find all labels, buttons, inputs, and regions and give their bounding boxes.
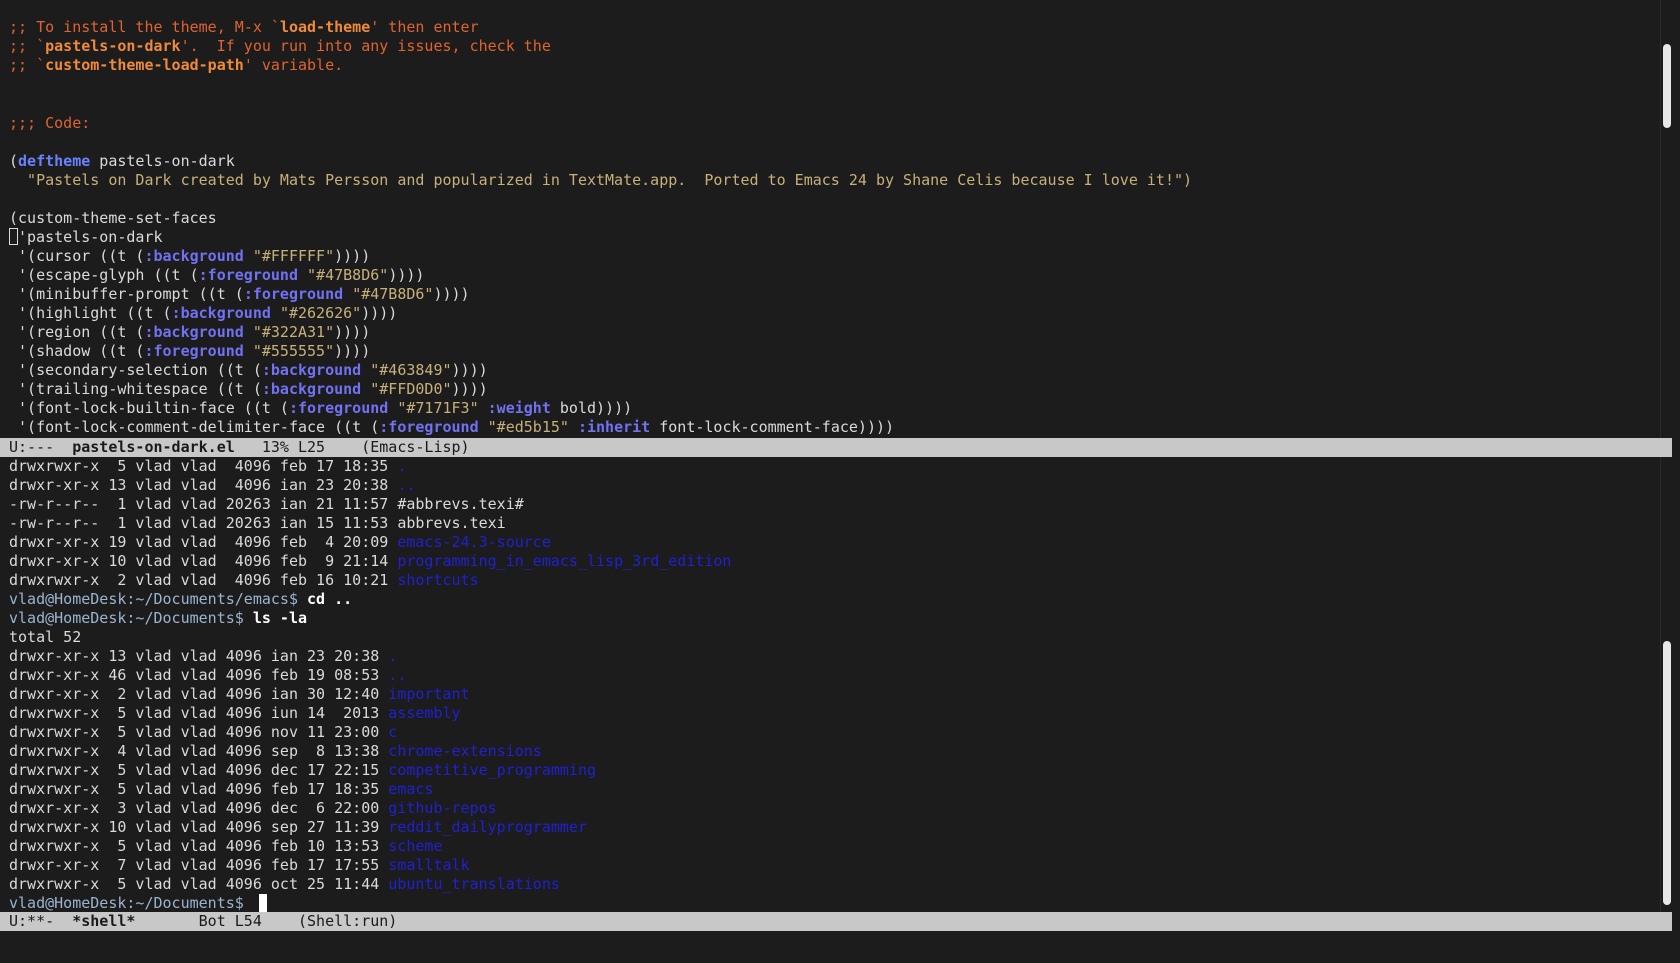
theme-docstring: "Pastels on Dark created by Mats Persson…	[9, 171, 1193, 189]
face-line: '(cursor ((t (:background "#FFFFFF"))))	[9, 247, 371, 265]
list-item: drwxrwxr-x 5 vlad vlad 4096 feb 10 13:53…	[9, 837, 443, 855]
list-item: drwxr-xr-x 3 vlad vlad 4096 dec 6 22:00 …	[9, 799, 497, 817]
list-item: drwxrwxr-x 5 vlad vlad 4096 feb 17 18:35…	[9, 780, 434, 798]
face-line: '(trailing-whitespace ((t (:background "…	[9, 380, 488, 398]
shell-input-line[interactable]: vlad@HomeDesk:~/Documents$	[9, 894, 267, 912]
list-item: drwxrwxr-x 5 vlad vlad 4096 oct 25 11:44…	[9, 875, 560, 893]
face-line: '(highlight ((t (:background "#262626"))…	[9, 304, 398, 322]
face-line: '(region ((t (:background "#322A31"))))	[9, 323, 371, 341]
list-item: drwxrwxr-x 4 vlad vlad 4096 sep 8 13:38 …	[9, 742, 542, 760]
buffer-name: pastels-on-dark.el	[72, 438, 235, 456]
list-item: drwxr-xr-x 7 vlad vlad 4096 feb 17 17:55…	[9, 856, 470, 874]
bottom-mode-line: U:**- *shell* Bot L54 (Shell:run)	[0, 912, 1672, 931]
comment-line: ;; To install the theme, M-x `load-theme…	[9, 18, 479, 36]
list-item: drwxr-xr-x 10 vlad vlad 4096 feb 9 21:14…	[9, 552, 732, 570]
comment-line: ;; `pastels-on-dark'. If you run into an…	[9, 37, 551, 55]
list-item: -rw-r--r-- 1 vlad vlad 20263 ian 21 11:5…	[9, 495, 524, 513]
face-line: '(shadow ((t (:foreground "#555555"))))	[9, 342, 371, 360]
deftheme-line: (deftheme pastels-on-dark	[9, 152, 235, 170]
list-item: drwxrwxr-x 10 vlad vlad 4096 sep 27 11:3…	[9, 818, 587, 836]
frame-gutter	[1672, 0, 1680, 963]
face-line: '(escape-glyph ((t (:foreground "#47B8D6…	[9, 266, 425, 284]
list-item: drwxrwxr-x 5 vlad vlad 4096 dec 17 22:15…	[9, 761, 597, 779]
text-cursor	[9, 228, 18, 245]
code-header-comment: ;;; Code:	[9, 114, 91, 132]
comment-line: ;; `custom-theme-load-path' variable.	[9, 56, 344, 74]
shell-prompt-line: vlad@HomeDesk:~/Documents$ ls -la	[9, 609, 308, 627]
list-item: drwxrwxr-x 5 vlad vlad 4096 feb 17 18:35…	[9, 457, 407, 475]
face-line: '(font-lock-comment-delimiter-face ((t (…	[9, 418, 895, 436]
top-scrollbar-thumb[interactable]	[1663, 44, 1671, 128]
bottom-scrollbar-thumb[interactable]	[1663, 641, 1671, 905]
list-item: drwxr-xr-x 13 vlad vlad 4096 ian 23 20:3…	[9, 647, 398, 665]
total-line: total 52	[9, 628, 82, 646]
list-item: -rw-r--r-- 1 vlad vlad 20263 ian 15 11:5…	[9, 514, 506, 532]
theme-symbol-line: 'pastels-on-dark	[9, 228, 163, 247]
list-item: drwxrwxr-x 2 vlad vlad 4096 feb 16 10:21…	[9, 571, 479, 589]
list-item: drwxrwxr-x 5 vlad vlad 4096 iun 14 2013 …	[9, 704, 461, 722]
theme-name: pastels-on-dark	[90, 152, 235, 170]
face-line: '(minibuffer-prompt ((t (:foreground "#4…	[9, 285, 470, 303]
list-item: drwxr-xr-x 19 vlad vlad 4096 feb 4 20:09…	[9, 533, 551, 551]
list-item: drwxr-xr-x 2 vlad vlad 4096 ian 30 12:40…	[9, 685, 470, 703]
emacs-frame: ;; To install the theme, M-x `load-theme…	[0, 0, 1680, 963]
face-line: '(secondary-selection ((t (:background "…	[9, 361, 488, 379]
top-mode-line: U:--- pastels-on-dark.el 13% L25 (Emacs-…	[0, 438, 1672, 457]
face-line: '(font-lock-builtin-face ((t (:foregroun…	[9, 399, 633, 417]
elisp-editor-window[interactable]: ;; To install the theme, M-x `load-theme…	[0, 0, 1660, 438]
list-item: drwxr-xr-x 46 vlad vlad 4096 feb 19 08:5…	[9, 666, 407, 684]
shell-prompt-line: vlad@HomeDesk:~/Documents/emacs$ cd ..	[9, 590, 353, 608]
set-faces-line: (custom-theme-set-faces	[9, 209, 217, 227]
shell-cursor	[258, 894, 267, 912]
minibuffer[interactable]	[0, 931, 1680, 963]
buffer-name: *shell*	[72, 912, 136, 930]
shell-window[interactable]: drwxrwxr-x 5 vlad vlad 4096 feb 17 18:35…	[0, 457, 1660, 912]
list-item: drwxrwxr-x 5 vlad vlad 4096 nov 11 23:00…	[9, 723, 398, 741]
deftheme-keyword: deftheme	[18, 152, 91, 170]
list-item: drwxr-xr-x 13 vlad vlad 4096 ian 23 20:3…	[9, 476, 416, 494]
